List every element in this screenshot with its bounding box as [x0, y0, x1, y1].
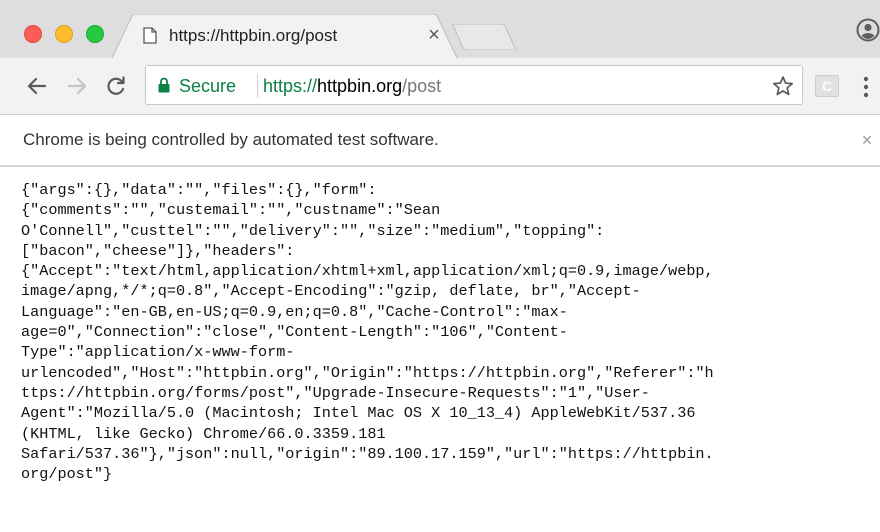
tab-close-icon[interactable]: × [423, 24, 445, 46]
url-text[interactable]: https://httpbin.org/post [263, 75, 441, 97]
tab-strip: https://httpbin.org/post × [0, 0, 880, 58]
url-host: httpbin.org [317, 76, 403, 96]
forward-arrow-icon[interactable] [63, 72, 91, 100]
document-icon [143, 27, 157, 44]
close-window-icon[interactable] [24, 25, 42, 43]
address-bar[interactable]: Secure https://httpbin.org/post [145, 65, 803, 105]
tab-active[interactable]: https://httpbin.org/post × [112, 14, 457, 58]
browser-toolbar: Secure https://httpbin.org/post C [0, 58, 880, 115]
star-icon[interactable] [772, 75, 794, 97]
security-label[interactable]: Secure [179, 75, 236, 97]
infobar-close-icon[interactable]: × [858, 129, 876, 151]
page-content: {"args":{},"data":"","files":{},"form": … [0, 167, 880, 532]
infobar-message: Chrome is being controlled by automated … [23, 130, 439, 149]
json-response-body: {"args":{},"data":"","files":{},"form": … [21, 181, 714, 484]
url-path: /post [402, 76, 442, 96]
extension-icon[interactable]: C [815, 75, 839, 97]
address-bar-divider [257, 74, 258, 98]
back-arrow-icon[interactable] [23, 72, 51, 100]
three-dot-menu-icon[interactable] [856, 74, 876, 100]
browser-window: https://httpbin.org/post × Secure https:… [0, 0, 880, 532]
new-tab-button[interactable] [451, 23, 517, 51]
reload-icon[interactable] [102, 72, 130, 100]
zoom-window-icon[interactable] [86, 25, 104, 43]
profile-icon[interactable] [856, 18, 880, 42]
url-scheme: https:// [263, 76, 318, 96]
lock-icon[interactable] [158, 77, 170, 93]
tab-title: https://httpbin.org/post [169, 26, 338, 45]
automation-infobar: Chrome is being controlled by automated … [0, 115, 880, 167]
minimize-window-icon[interactable] [55, 25, 73, 43]
